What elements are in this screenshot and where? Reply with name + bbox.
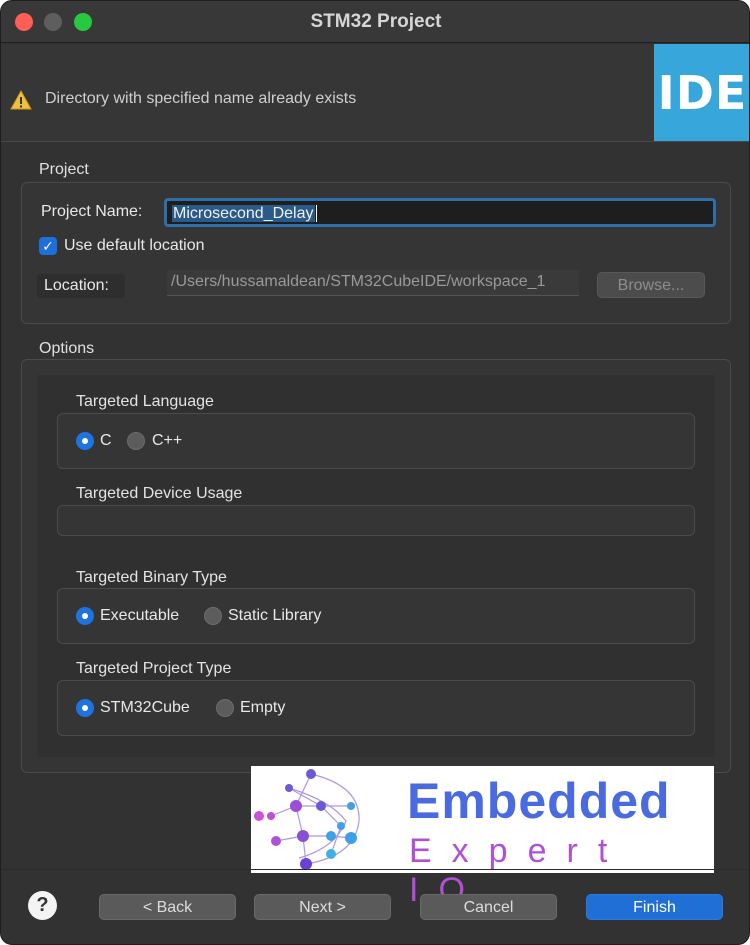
targeted-language-label: Targeted Language — [76, 393, 214, 410]
finish-button[interactable]: Finish — [586, 894, 723, 920]
cancel-button[interactable]: Cancel — [420, 894, 557, 920]
title-bar: STM32 Project — [1, 1, 749, 43]
targeted-project-type-label: Targeted Project Type — [76, 660, 232, 677]
project-type-empty-radio[interactable] — [216, 699, 234, 717]
back-button[interactable]: < Back — [99, 894, 236, 920]
stm32-project-dialog: STM32 Project Directory with specified n… — [0, 0, 750, 945]
targeted-device-usage-box — [57, 505, 695, 536]
language-cpp-radio[interactable] — [127, 432, 145, 450]
binary-static-library-radio[interactable] — [204, 607, 222, 625]
browse-button[interactable]: Browse... — [597, 272, 705, 298]
use-default-location-label: Use default location — [64, 237, 205, 254]
footer-separator — [1, 869, 749, 870]
window-title: STM32 Project — [310, 11, 442, 32]
project-type-stm32cube-radio[interactable] — [76, 699, 94, 717]
targeted-device-usage-label: Targeted Device Usage — [76, 485, 243, 502]
targeted-binary-type-label: Targeted Binary Type — [76, 569, 227, 586]
project-group-label: Project — [39, 161, 89, 178]
language-cpp-label: C++ — [152, 432, 183, 449]
warning-icon — [10, 90, 32, 110]
next-button[interactable]: Next > — [254, 894, 391, 920]
use-default-location-checkbox[interactable]: ✓ — [39, 237, 57, 255]
project-type-stm32cube-label: STM32Cube — [100, 699, 190, 716]
binary-static-library-label: Static Library — [228, 607, 322, 624]
language-c-label: C — [100, 432, 112, 449]
project-name-input[interactable]: Microsecond_Delay — [164, 198, 716, 227]
project-name-value: Microsecond_Delay — [172, 205, 315, 222]
binary-executable-radio[interactable] — [76, 607, 94, 625]
project-type-empty-label: Empty — [240, 699, 286, 716]
location-input[interactable]: /Users/hussamaldean/STM32CubeIDE/workspa… — [167, 270, 579, 296]
help-icon[interactable]: ? — [28, 891, 57, 920]
location-label: Location: — [44, 277, 109, 294]
watermark-line1: Embedded — [407, 773, 671, 829]
language-c-radio[interactable] — [76, 432, 94, 450]
options-group-label: Options — [39, 340, 95, 357]
project-name-label: Project Name: — [41, 203, 143, 220]
binary-executable-label: Executable — [100, 607, 180, 624]
ide-logo: IDE — [654, 44, 749, 141]
embedded-expert-io-watermark: Embedded Expert IO — [251, 766, 714, 909]
warning-message: Directory with specified name already ex… — [45, 90, 357, 107]
network-sphere-logo-icon — [254, 769, 360, 870]
wizard-header: Directory with specified name already ex… — [1, 44, 749, 142]
